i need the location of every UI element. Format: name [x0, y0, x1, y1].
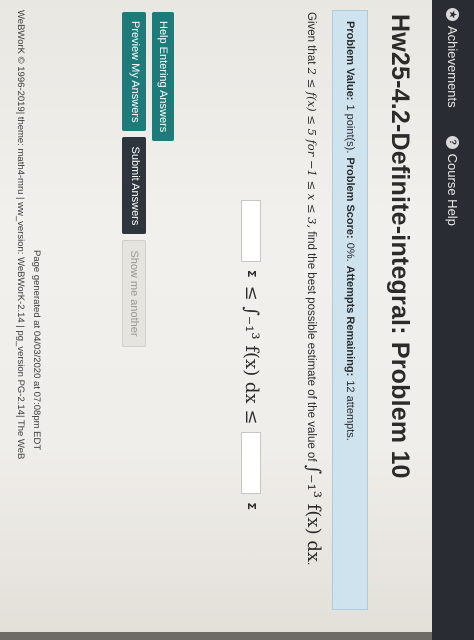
nav-achievements[interactable]: ★ Achievements: [446, 8, 461, 108]
nav-achievements-label: Achievements: [445, 26, 461, 108]
problem-integral: ∫₋₁³ f(x) dx: [303, 464, 324, 563]
nav-course-help[interactable]: ? Course Help: [445, 135, 461, 226]
preview-answers-button[interactable]: Preview My Answers: [122, 12, 146, 132]
lower-bound-input[interactable]: [241, 200, 262, 262]
problem-text: Given that 2 ≤ f(x) ≤ 5 for −1 ≤ x ≤ 3, …: [302, 12, 324, 612]
problem-given-math: 2 ≤ f(x) ≤ 5 for −1 ≤ x ≤ 3,: [305, 67, 319, 229]
attempts-remaining-label: Attempts Remaining:: [344, 265, 356, 377]
problem-score: 0%.: [344, 242, 356, 262]
answer-row: Σ ≤ ∫₋₁³ f(x) dx ≤ Σ: [241, 200, 262, 510]
show-me-another-button[interactable]: Show me another: [122, 240, 146, 347]
top-nav-bar: ★ Achievements ? Course Help: [432, 0, 474, 640]
equation-editor-icon-2[interactable]: Σ: [245, 502, 258, 510]
nav-course-help-label: Course Help: [445, 153, 461, 226]
upper-bound-input[interactable]: [241, 432, 262, 495]
problem-given-prefix: Given that: [305, 12, 317, 65]
problem-score-label: Problem Score:: [344, 157, 356, 239]
problem-question: find the best possible estimate of the v…: [305, 231, 317, 462]
equation-editor-icon[interactable]: Σ: [245, 270, 258, 278]
button-area: Help Entering Answers Preview My Answers…: [122, 12, 174, 347]
integral-expression: ≤ ∫₋₁³ f(x) dx ≤: [241, 285, 262, 425]
footer-copyright: WeBWorK © 1996-2019| theme: math4-mru | …: [15, 10, 26, 460]
problem-value-label: Problem Value:: [344, 21, 356, 101]
problem-value: 1 point(s).: [344, 104, 356, 154]
problem-info-bar: Problem Value: 1 point(s). Problem Score…: [332, 10, 368, 610]
browser-screen: ★ Achievements ? Course Help Hw25-4.2-De…: [0, 0, 474, 640]
page-title: Hw25-4.2-Definite-integral: Problem 10: [386, 14, 414, 479]
footer-generated: Page generated at 04/03/2020 at 07:08pm …: [31, 250, 42, 451]
page-footer: Page generated at 04/03/2020 at 07:08pm …: [12, 10, 44, 630]
problem-period: .: [305, 562, 317, 566]
help-entering-answers-button[interactable]: Help Entering Answers: [152, 12, 174, 142]
star-icon: ★: [446, 8, 460, 21]
attempts-remaining: 12 attempts.: [344, 380, 356, 441]
question-icon: ?: [446, 135, 460, 149]
submit-answers-button[interactable]: Submit Answers: [122, 137, 146, 235]
